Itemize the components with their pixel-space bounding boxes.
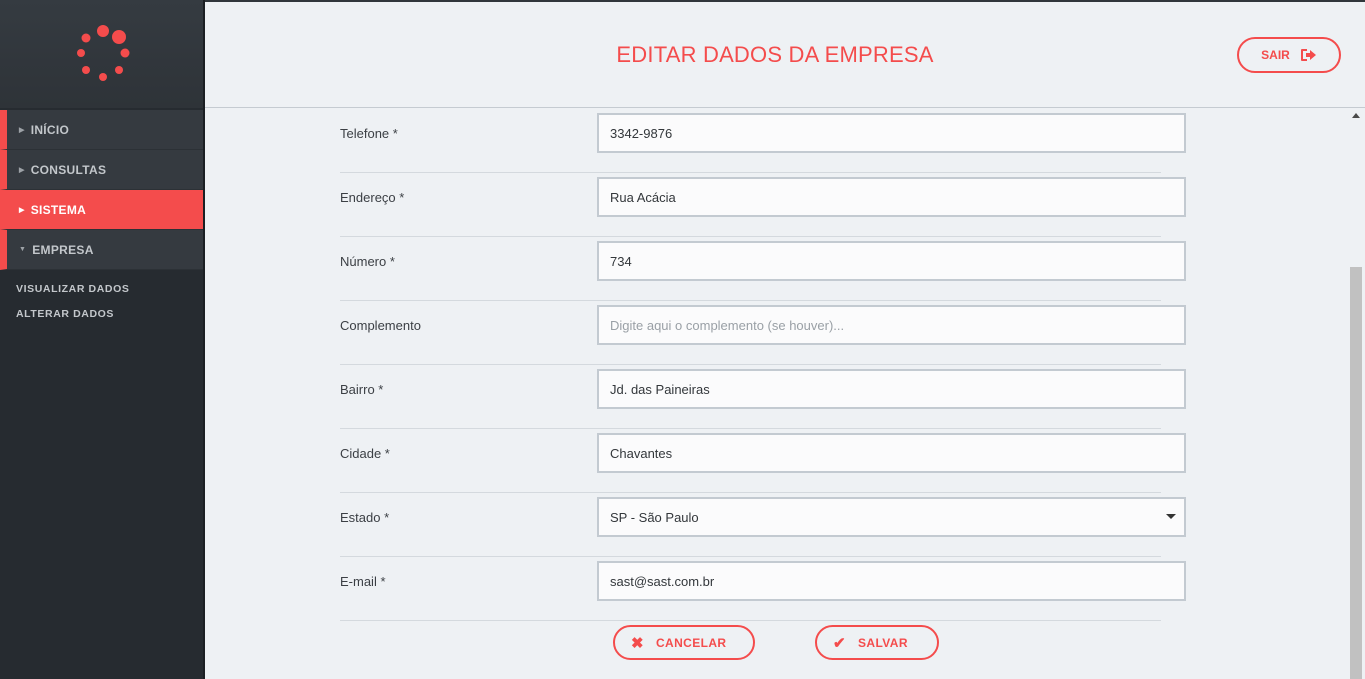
form-row-numero: Número * [340,237,1186,301]
vertical-scrollbar[interactable] [1348,109,1365,679]
email-label: E-mail * [340,574,386,589]
endereco-label: Endereço * [340,190,405,205]
sidebar-subitem-alterar-dados[interactable]: ALTERAR DADOS [0,301,203,326]
sidebar-item-inicio[interactable]: ▶ INÍCIO [0,110,203,150]
form-row-complemento: Complemento [340,301,1186,365]
logout-button[interactable]: SAIR [1237,37,1341,73]
estado-select-value: SP - São Paulo [610,509,699,525]
main-content: Telefone * Endereço * Número * Complemen… [205,109,1348,679]
logo-area [0,0,203,108]
telefone-label: Telefone * [340,126,398,141]
telefone-input[interactable] [597,113,1186,153]
sidebar-nav: ▶ INÍCIO ▶ CONSULTAS ▶ SISTEMA ▼ EMPRESA… [0,110,203,326]
scrollbar-thumb[interactable] [1350,267,1362,679]
scroll-up-arrow-icon[interactable] [1352,113,1360,118]
complemento-input[interactable] [597,305,1186,345]
check-icon: ✔ [833,634,846,652]
dots-spinner-logo-icon [77,25,130,81]
estado-label: Estado * [340,510,390,525]
cancel-button[interactable]: ✖ CANCELAR [613,625,755,660]
form-row-endereco: Endereço * [340,173,1186,237]
cidade-input[interactable] [597,433,1186,473]
numero-label: Número * [340,254,395,269]
form-actions: ✖ CANCELAR ✔ SALVAR [205,625,1348,665]
company-form: Telefone * Endereço * Número * Complemen… [340,109,1186,621]
complemento-label: Complemento [340,318,421,333]
bairro-label: Bairro * [340,382,384,397]
form-row-email: E-mail * [340,557,1186,621]
form-row-estado: Estado * SP - São Paulo [340,493,1186,557]
sidebar: ▶ INÍCIO ▶ CONSULTAS ▶ SISTEMA ▼ EMPRESA… [0,0,205,679]
form-row-telefone: Telefone * [340,109,1186,173]
form-row-cidade: Cidade * [340,429,1186,493]
form-row-bairro: Bairro * [340,365,1186,429]
email-input[interactable] [597,561,1186,601]
times-icon: ✖ [631,634,644,652]
bairro-input[interactable] [597,369,1186,409]
cancel-label: CANCELAR [655,635,727,650]
sidebar-item-label: CONSULTAS [30,162,107,177]
sidebar-item-consultas[interactable]: ▶ CONSULTAS [0,150,203,190]
caret-right-icon: ▶ [19,206,25,214]
caret-down-icon: ▼ [19,246,27,253]
cidade-label: Cidade * [340,446,390,461]
save-label: SALVAR [857,635,908,650]
estado-select[interactable]: SP - São Paulo [597,497,1186,537]
chevron-down-icon [1166,514,1176,519]
caret-right-icon: ▶ [19,166,25,174]
endereco-input[interactable] [597,177,1186,217]
sign-out-icon [1300,49,1316,61]
sidebar-item-label: SISTEMA [30,202,87,217]
caret-right-icon: ▶ [19,126,25,134]
header: EDITAR DADOS DA EMPRESA SAIR [205,0,1365,108]
page-title: EDITAR DADOS DA EMPRESA [616,42,934,67]
numero-input[interactable] [597,241,1186,281]
sidebar-item-empresa[interactable]: ▼ EMPRESA [0,230,203,270]
sidebar-subitem-visualizar-dados[interactable]: VISUALIZAR DADOS [0,276,203,301]
sidebar-item-label: EMPRESA [32,242,94,257]
save-button[interactable]: ✔ SALVAR [815,625,939,660]
logout-label: SAIR [1261,48,1290,62]
sidebar-item-sistema[interactable]: ▶ SISTEMA [0,190,203,230]
sidebar-item-label: INÍCIO [30,122,70,137]
sidebar-subnav-empresa: VISUALIZAR DADOS ALTERAR DADOS [0,270,203,326]
